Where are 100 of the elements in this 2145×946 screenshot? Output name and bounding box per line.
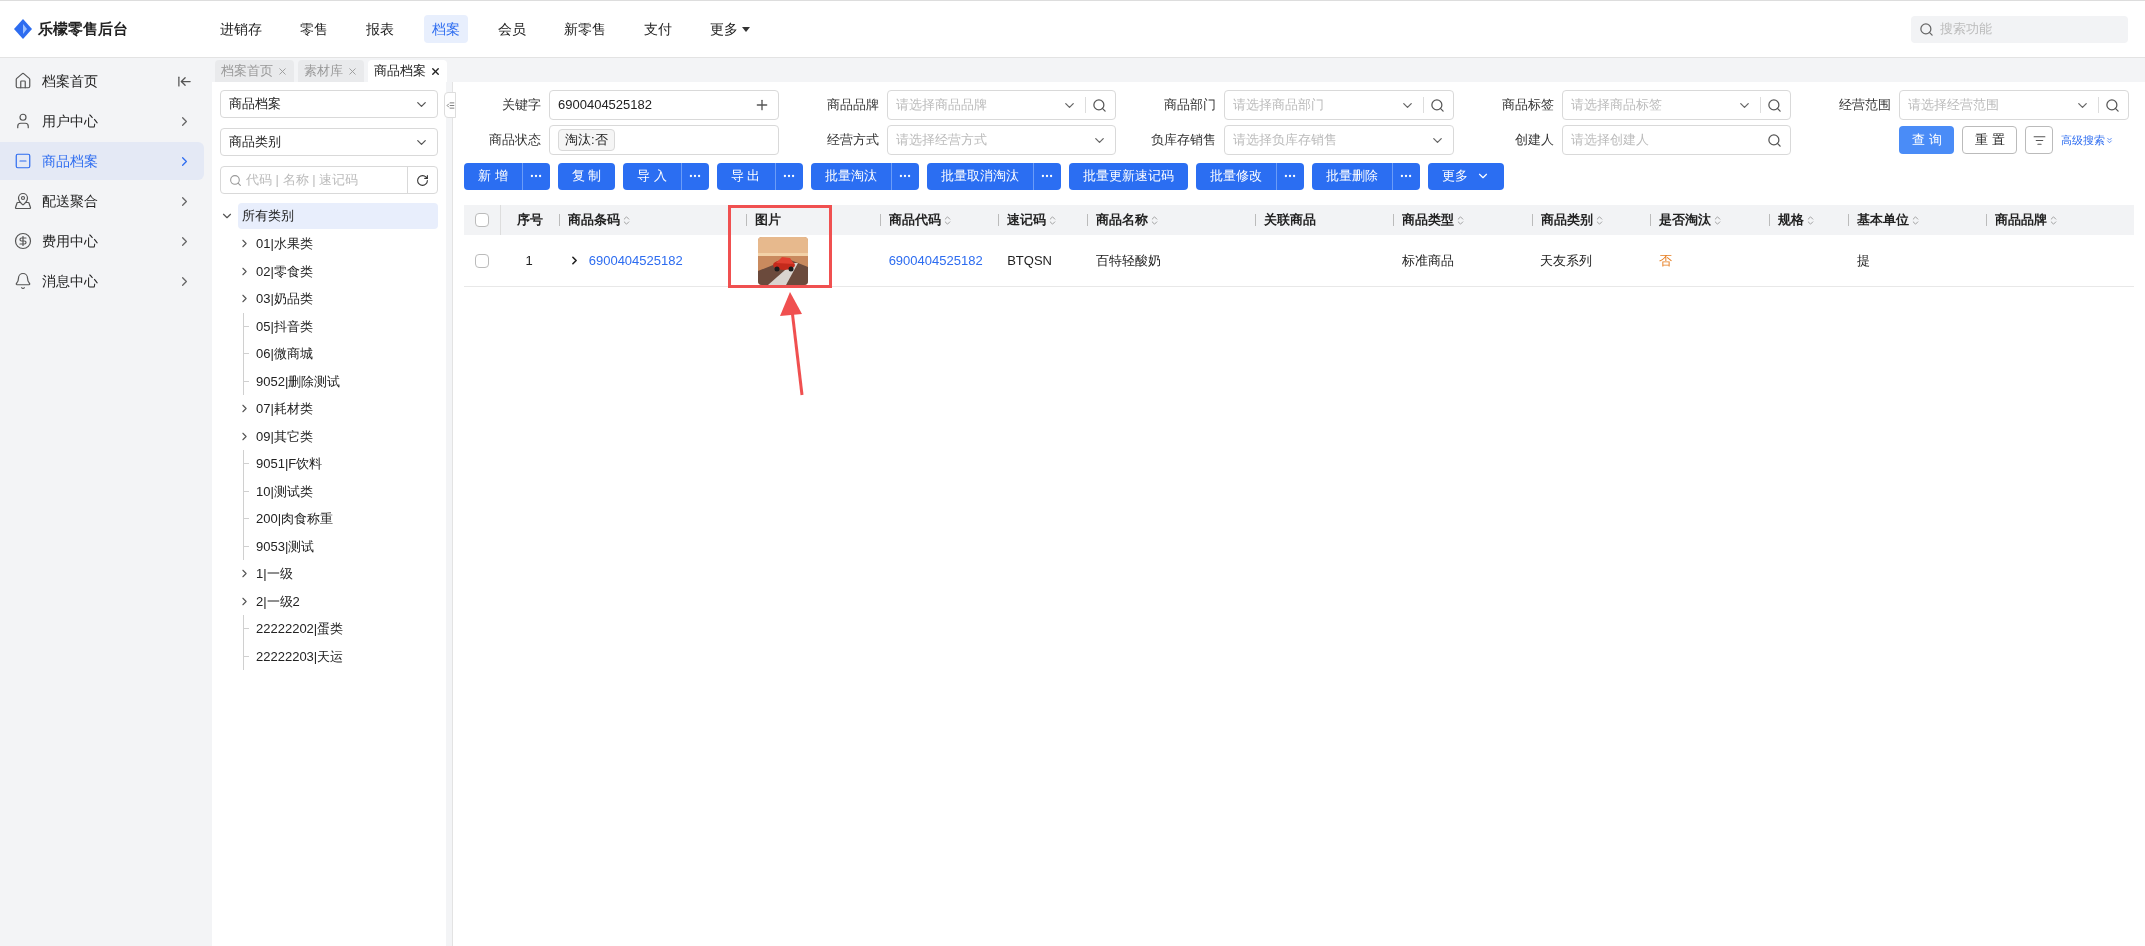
tree-item[interactable]: 9052|删除测试 bbox=[252, 371, 341, 391]
reset-button[interactable]: 重 置 bbox=[1962, 126, 2018, 154]
filter-label: 负库存销售 bbox=[1150, 131, 1218, 150]
column-header[interactable]: 关联商品 bbox=[1264, 210, 1317, 230]
sidebar-item[interactable]: 配送聚合 bbox=[0, 182, 204, 220]
nav-item[interactable]: 进销存 bbox=[212, 15, 270, 43]
filter-label: 商品状态 bbox=[488, 131, 542, 150]
table-cell-text: 天友系列 bbox=[1540, 251, 1593, 270]
collapse-icon bbox=[445, 100, 455, 110]
select-all-checkbox[interactable] bbox=[474, 213, 489, 227]
panel-toggle-button[interactable] bbox=[444, 92, 456, 118]
split-button[interactable]: 导 出 bbox=[716, 162, 803, 190]
page-tab[interactable]: 商品档案 bbox=[368, 60, 447, 82]
split-button[interactable]: 批量修改 bbox=[1195, 162, 1304, 190]
column-header[interactable]: 图片 bbox=[755, 210, 782, 230]
filter-label: 创建人 bbox=[1513, 131, 1555, 150]
tree-item[interactable]: 09|其它类 bbox=[252, 426, 313, 446]
search-icon bbox=[1767, 132, 1783, 148]
split-button[interactable]: 导 入 bbox=[623, 162, 709, 190]
column-header[interactable]: 商品名称 bbox=[1096, 210, 1149, 230]
close-icon bbox=[347, 65, 358, 77]
table-link[interactable]: 6900404525182 bbox=[588, 250, 683, 271]
column-header[interactable]: 基本单位 bbox=[1856, 210, 1909, 230]
filter-label: 关键字 bbox=[501, 96, 542, 115]
filter-label: 商品部门 bbox=[1163, 96, 1218, 115]
search-icon bbox=[1429, 97, 1445, 113]
nav-item[interactable]: 报表 bbox=[358, 15, 402, 43]
close-icon bbox=[277, 65, 288, 77]
nav-item[interactable]: 会员 bbox=[490, 15, 534, 43]
nav-item[interactable]: 零售 bbox=[292, 15, 336, 43]
toolbar-button[interactable]: 批量更新速记码 bbox=[1068, 162, 1188, 190]
table-cell-text: BTQSN bbox=[1007, 251, 1052, 270]
tree-item[interactable]: 03|奶品类 bbox=[252, 289, 313, 309]
coin-icon bbox=[14, 232, 32, 250]
sidebar-item[interactable]: 档案首页 bbox=[0, 62, 204, 100]
column-header[interactable]: 商品类型 bbox=[1402, 210, 1455, 230]
tree-item[interactable]: 02|零食类 bbox=[252, 261, 313, 281]
select-field[interactable]: 商品档案 bbox=[220, 90, 438, 118]
keyword-field[interactable]: 6900404525182 bbox=[549, 90, 779, 120]
tree-item[interactable]: 07|耗材类 bbox=[252, 399, 313, 419]
split-button[interactable]: 批量删除 bbox=[1311, 162, 1420, 190]
caret-icon bbox=[742, 26, 750, 32]
tree-item[interactable]: 2|一级2 bbox=[252, 591, 300, 611]
tree-item[interactable]: 22222203|天运 bbox=[252, 646, 344, 666]
select-field[interactable]: 商品类别 bbox=[220, 128, 438, 156]
filter-tag: 淘汰:否 bbox=[558, 129, 615, 151]
tree-item[interactable]: 9053|测试 bbox=[252, 536, 315, 556]
sidebar-item[interactable]: 消息中心 bbox=[0, 262, 204, 300]
column-header[interactable]: 规格 bbox=[1777, 210, 1804, 230]
nav-item[interactable]: 支付 bbox=[636, 15, 680, 43]
search-icon bbox=[1919, 21, 1934, 37]
column-header[interactable]: 序号 bbox=[516, 210, 543, 230]
tree-item[interactable]: 06|微商城 bbox=[252, 344, 313, 364]
bell-icon bbox=[14, 272, 32, 290]
nav-item[interactable]: 档案 bbox=[424, 15, 468, 43]
row-checkbox[interactable] bbox=[474, 253, 489, 268]
box-icon bbox=[14, 152, 32, 170]
search-icon bbox=[229, 173, 242, 187]
refresh-icon bbox=[416, 173, 429, 187]
tree-item[interactable]: 10|测试类 bbox=[252, 481, 313, 501]
tree-item[interactable]: 9051|F饮料 bbox=[252, 454, 323, 474]
sidebar-item[interactable]: 用户中心 bbox=[0, 102, 204, 140]
tree-item[interactable]: 1|一级 bbox=[252, 564, 293, 584]
table-cell-text: 提 bbox=[1856, 251, 1870, 270]
tree-item[interactable]: 200|肉食称重 bbox=[252, 509, 334, 529]
filter-settings-button[interactable] bbox=[2025, 126, 2054, 154]
column-header[interactable]: 商品条码 bbox=[567, 210, 620, 230]
split-button[interactable]: 批量淘汰 bbox=[810, 162, 919, 190]
column-header[interactable]: 商品品牌 bbox=[1994, 210, 2047, 230]
advanced-search-link[interactable]: 高级搜索 bbox=[2061, 131, 2115, 149]
tree-item[interactable]: 01|水果类 bbox=[252, 234, 313, 254]
table-cell-text: 1 bbox=[525, 251, 533, 270]
table-cell-text: 标准商品 bbox=[1402, 251, 1455, 270]
table-cell-text: 否 bbox=[1659, 251, 1672, 270]
tree-item[interactable]: 所有类别 bbox=[238, 203, 438, 229]
filter-label: 经营方式 bbox=[825, 131, 880, 150]
column-header[interactable]: 商品类别 bbox=[1540, 210, 1593, 230]
split-button[interactable]: 新 增 bbox=[464, 162, 550, 190]
more-button[interactable]: 更多 bbox=[1427, 162, 1504, 190]
table-link[interactable]: 6900404525182 bbox=[888, 250, 983, 271]
search-icon bbox=[2105, 97, 2120, 113]
sidebar-item[interactable]: 费用中心 bbox=[0, 222, 204, 260]
column-header[interactable]: 速记码 bbox=[1007, 210, 1047, 230]
toolbar-button[interactable]: 复 制 bbox=[557, 162, 616, 190]
close-icon bbox=[430, 65, 441, 77]
tree-item[interactable]: 22222202|蛋类 bbox=[252, 619, 344, 639]
user-icon bbox=[14, 112, 32, 130]
tree-item[interactable]: 05|抖音类 bbox=[252, 316, 313, 336]
nav-item[interactable]: 更多 bbox=[702, 15, 758, 43]
column-header[interactable]: 是否淘汰 bbox=[1659, 210, 1712, 230]
home-icon bbox=[14, 72, 32, 90]
sidebar-item[interactable]: 商品档案 bbox=[0, 142, 204, 180]
split-button[interactable]: 批量取消淘汰 bbox=[926, 162, 1061, 190]
filter-label: 商品品牌 bbox=[825, 96, 880, 115]
column-header[interactable]: 商品代码 bbox=[888, 210, 941, 230]
table-cell-text: 百特轻酸奶 bbox=[1096, 251, 1162, 270]
app-title: 乐檬零售后台 bbox=[38, 18, 128, 39]
map-icon bbox=[14, 192, 32, 210]
nav-item[interactable]: 新零售 bbox=[556, 15, 614, 43]
tag-field[interactable]: 淘汰:否 bbox=[549, 125, 779, 155]
